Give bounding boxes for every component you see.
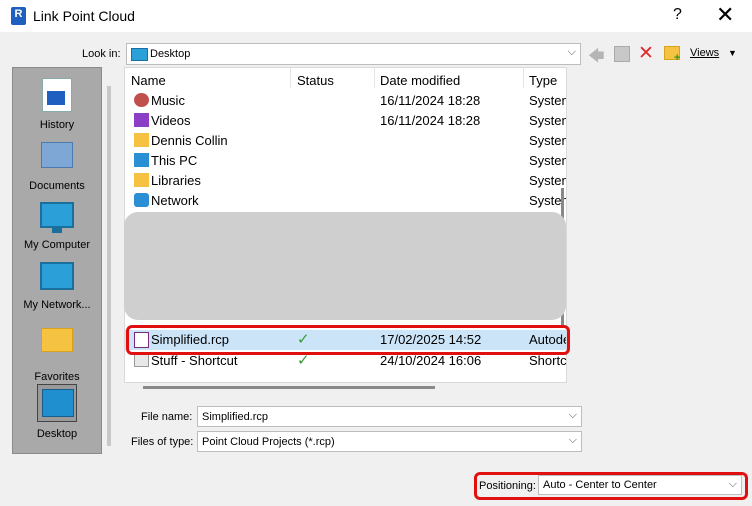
column-status[interactable]: Status — [297, 73, 334, 88]
pc-icon — [134, 153, 149, 167]
list-item[interactable]: Videos 16/11/2024 18:28 System — [125, 111, 566, 131]
file-name: Libraries — [151, 173, 201, 188]
selected-file-highlight — [126, 325, 570, 355]
look-in-label: Look in: — [82, 48, 121, 60]
libraries-icon — [134, 173, 149, 187]
network-places-icon — [40, 262, 74, 290]
delete-icon[interactable]: ✕ — [638, 42, 654, 65]
list-item[interactable]: Dennis Collin System — [125, 131, 566, 151]
redacted-region — [124, 212, 566, 320]
sort-ascending-icon: ⌃ — [205, 67, 214, 76]
list-item[interactable]: Libraries System — [125, 171, 566, 191]
file-name: Dennis Collin — [151, 133, 228, 148]
videos-icon — [134, 113, 149, 127]
place-documents[interactable]: Documents — [13, 142, 101, 192]
window-title: Link Point Cloud — [33, 8, 135, 24]
favorites-folder-icon — [41, 328, 73, 352]
music-icon — [134, 93, 149, 107]
file-type: Shortcut — [529, 353, 567, 368]
place-label: History — [39, 119, 75, 131]
list-item[interactable]: Music 16/11/2024 18:28 System — [125, 91, 566, 111]
place-label: Favorites — [34, 371, 80, 383]
file-type-value: Point Cloud Projects (*.rcp) — [202, 436, 335, 448]
file-date: 16/11/2024 18:28 — [380, 93, 481, 108]
back-icon[interactable]: 🡄 — [588, 45, 605, 72]
views-button[interactable]: Views — [690, 47, 719, 59]
help-button[interactable]: ? — [673, 6, 682, 24]
file-type: System — [529, 173, 566, 188]
file-name-label: File name: — [141, 411, 193, 423]
file-date: 24/10/2024 16:06 — [380, 353, 482, 368]
place-label: My Computer — [23, 239, 91, 251]
chevron-down-icon: ⌵ — [567, 46, 576, 58]
documents-icon — [41, 142, 73, 168]
place-label: Documents — [29, 180, 85, 192]
place-my-computer[interactable]: My Computer — [13, 202, 101, 251]
place-my-network[interactable]: My Network... — [13, 262, 101, 311]
file-type-label: Files of type: — [131, 436, 194, 448]
look-in-value: Desktop — [150, 48, 191, 60]
revit-app-icon: R — [11, 7, 26, 25]
file-type: System — [529, 133, 566, 148]
file-type-dropdown[interactable]: Point Cloud Projects (*.rcp) ⌵ — [197, 431, 582, 452]
chevron-down-icon: ⌵ — [568, 434, 577, 446]
horizontal-scrollbar[interactable] — [143, 386, 435, 389]
places-scrollbar[interactable] — [107, 86, 111, 446]
place-desktop-label: Desktop — [36, 428, 78, 440]
file-name: Stuff - Shortcut — [151, 353, 238, 368]
file-name: Videos — [151, 113, 191, 128]
file-type: System — [529, 153, 566, 168]
place-history[interactable]: History — [13, 78, 101, 131]
file-type: System — [529, 93, 566, 108]
views-dropdown-icon[interactable]: ▼ — [728, 48, 737, 58]
file-name: Network — [151, 193, 199, 208]
positioning-highlight — [474, 472, 748, 500]
file-name-value: Simplified.rcp — [202, 411, 269, 423]
up-folder-icon[interactable] — [614, 46, 630, 62]
file-name: This PC — [151, 153, 198, 168]
list-item[interactable]: Network System — [125, 191, 566, 211]
shortcut-icon — [134, 353, 149, 367]
column-type[interactable]: Type — [529, 73, 557, 88]
look-in-dropdown[interactable]: Desktop ⌵ — [126, 43, 581, 65]
file-name-input[interactable]: Simplified.rcp ⌵ — [197, 406, 582, 427]
chevron-down-icon[interactable]: ⌵ — [569, 409, 577, 422]
column-name[interactable]: Name — [131, 73, 166, 88]
column-date-modified[interactable]: Date modified — [380, 73, 460, 88]
folder-icon — [134, 133, 149, 147]
desktop-icon — [42, 389, 74, 417]
computer-icon — [40, 202, 74, 228]
file-type: System — [529, 113, 566, 128]
history-icon — [42, 78, 72, 112]
desktop-icon — [131, 48, 148, 61]
place-desktop-selected[interactable] — [37, 384, 77, 422]
file-name: Music — [151, 93, 185, 108]
places-bar: History Documents My Computer My Network… — [12, 67, 102, 454]
place-favorites[interactable]: Favorites — [13, 328, 101, 383]
new-folder-icon[interactable]: + — [664, 46, 680, 64]
list-item[interactable]: This PC System — [125, 151, 566, 171]
network-icon — [134, 193, 149, 207]
place-label: My Network... — [23, 299, 91, 311]
file-date: 16/11/2024 18:28 — [380, 113, 481, 128]
close-button[interactable]: ✕ — [716, 2, 734, 28]
